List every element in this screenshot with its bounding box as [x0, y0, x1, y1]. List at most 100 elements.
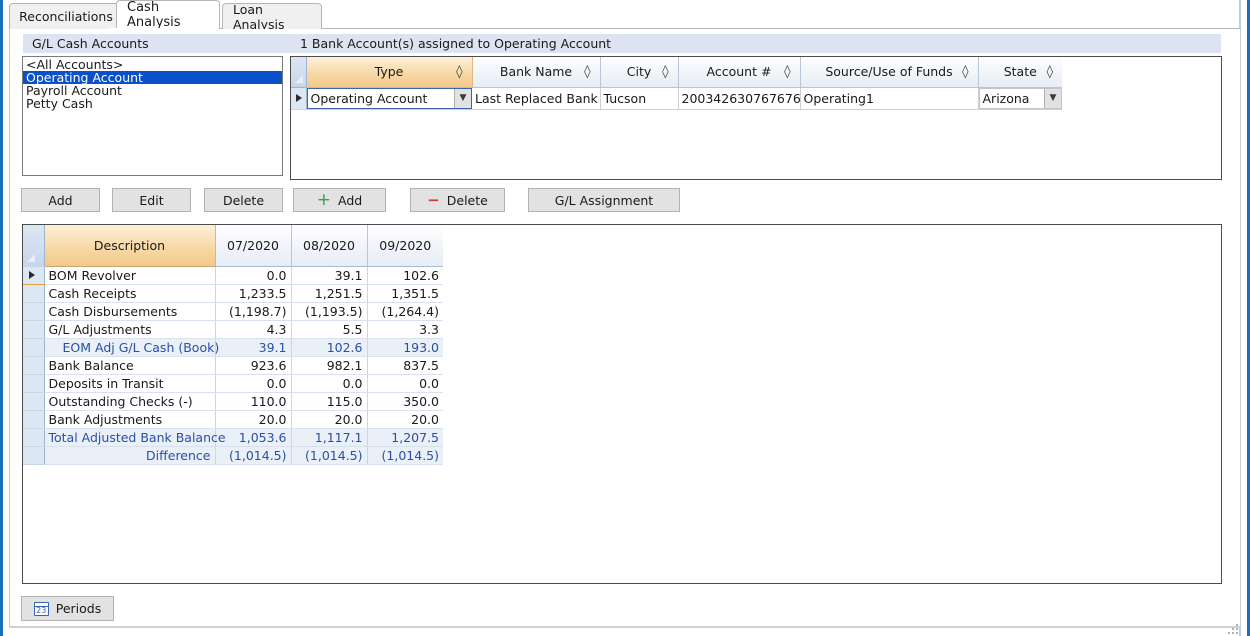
type-combobox[interactable]: Operating Account ▼	[307, 88, 473, 109]
delete-bank-account-button[interactable]: − Delete	[410, 188, 505, 212]
column-header-source-use-of-funds[interactable]: Source/Use of Funds ◊	[800, 57, 978, 87]
list-item-petty-cash[interactable]: Petty Cash	[23, 97, 282, 110]
cell-value-07-2020[interactable]: 1,233.5	[215, 284, 291, 302]
cell-value-07-2020[interactable]: 39.1	[215, 338, 291, 356]
cell-value-09-2020[interactable]: 3.3	[367, 320, 443, 338]
cell-type[interactable]: Operating Account ▼	[306, 87, 472, 109]
cell-value-09-2020[interactable]: 350.0	[367, 392, 443, 410]
column-header-account-number-label: Account #	[679, 64, 800, 79]
add-bank-account-button[interactable]: + Add	[293, 188, 386, 212]
cell-value-08-2020[interactable]: 5.5	[291, 320, 367, 338]
cell-description[interactable]: BOM Revolver	[44, 266, 215, 284]
diamond-sort-icon[interactable]: ◊	[662, 64, 668, 79]
cell-state[interactable]: Arizona ▼	[978, 87, 1062, 109]
cash-column-header-description[interactable]: Description	[44, 225, 215, 266]
cell-value-08-2020[interactable]: 102.6	[291, 338, 367, 356]
periods-button[interactable]: 23 Periods	[21, 596, 114, 621]
cell-value-09-2020[interactable]: 102.6	[367, 266, 443, 284]
cell-value-08-2020[interactable]: 982.1	[291, 356, 367, 374]
add-gl-account-button[interactable]: Add	[21, 188, 100, 212]
table-row[interactable]: Deposits in Transit 0.0 0.0 0.0	[23, 374, 443, 392]
cell-value-09-2020[interactable]: (1,014.5)	[367, 446, 443, 464]
cell-description[interactable]: Cash Receipts	[44, 284, 215, 302]
table-row[interactable]: Cash Receipts 1,233.5 1,251.5 1,351.5	[23, 284, 443, 302]
table-row[interactable]: Operating Account ▼ Last Replaced Bank T…	[291, 87, 1062, 109]
cell-value-08-2020[interactable]: 0.0	[291, 374, 367, 392]
cell-description[interactable]: Bank Adjustments	[44, 410, 215, 428]
cell-value-08-2020[interactable]: 20.0	[291, 410, 367, 428]
cell-account-number[interactable]: 20034263076767608	[678, 87, 800, 109]
cell-value-07-2020[interactable]: 4.3	[215, 320, 291, 338]
cash-column-header-08-2020[interactable]: 08/2020	[291, 225, 367, 266]
cell-bank-name[interactable]: Last Replaced Bank	[472, 87, 600, 109]
cell-value-08-2020[interactable]: 39.1	[291, 266, 367, 284]
row-marker	[23, 392, 44, 410]
cell-value-09-2020[interactable]: 1,207.5	[367, 428, 443, 446]
cell-description[interactable]: EOM Adj G/L Cash (Book)	[44, 338, 215, 356]
table-row[interactable]: Outstanding Checks (-) 110.0 115.0 350.0	[23, 392, 443, 410]
table-row[interactable]: Difference (1,014.5) (1,014.5) (1,014.5)	[23, 446, 443, 464]
table-row[interactable]: G/L Adjustments 4.3 5.5 3.3	[23, 320, 443, 338]
chevron-down-icon[interactable]: ▼	[1044, 89, 1061, 108]
table-row[interactable]: Bank Adjustments 20.0 20.0 20.0	[23, 410, 443, 428]
cell-value-08-2020[interactable]: (1,014.5)	[291, 446, 367, 464]
table-row[interactable]: Cash Disbursements (1,198.7) (1,193.5) (…	[23, 302, 443, 320]
cash-column-header-09-2020[interactable]: 09/2020	[367, 225, 443, 266]
diamond-sort-icon[interactable]: ◊	[962, 64, 968, 79]
table-row[interactable]: BOM Revolver 0.0 39.1 102.6	[23, 266, 443, 284]
diamond-sort-icon[interactable]: ◊	[1047, 64, 1053, 79]
type-combobox-value: Operating Account	[308, 91, 455, 106]
table-row[interactable]: Total Adjusted Bank Balance 1,053.6 1,11…	[23, 428, 443, 446]
cell-description[interactable]: Difference	[44, 446, 215, 464]
cell-value-08-2020[interactable]: 1,251.5	[291, 284, 367, 302]
cell-source-use-of-funds[interactable]: Operating1	[800, 87, 978, 109]
cash-column-header-07-2020[interactable]: 07/2020	[215, 225, 291, 266]
gl-assignment-button[interactable]: G/L Assignment	[528, 188, 680, 212]
grid-corner-header[interactable]	[291, 57, 306, 87]
table-row[interactable]: Bank Balance 923.6 982.1 837.5	[23, 356, 443, 374]
cell-value-07-2020[interactable]: 0.0	[215, 266, 291, 284]
cell-value-07-2020[interactable]: 923.6	[215, 356, 291, 374]
cell-description[interactable]: Cash Disbursements	[44, 302, 215, 320]
cell-value-08-2020[interactable]: (1,193.5)	[291, 302, 367, 320]
table-row[interactable]: EOM Adj G/L Cash (Book) 39.1 102.6 193.0	[23, 338, 443, 356]
cell-value-07-2020[interactable]: 0.0	[215, 374, 291, 392]
cell-value-09-2020[interactable]: 20.0	[367, 410, 443, 428]
cell-description[interactable]: Outstanding Checks (-)	[44, 392, 215, 410]
column-header-account-number[interactable]: Account # ◊	[678, 57, 800, 87]
cash-grid-corner-header[interactable]	[23, 225, 44, 266]
cell-value-08-2020[interactable]: 115.0	[291, 392, 367, 410]
cell-value-09-2020[interactable]: 837.5	[367, 356, 443, 374]
diamond-sort-icon[interactable]: ◊	[584, 64, 590, 79]
tab-cash-analysis[interactable]: Cash Analysis	[116, 0, 220, 29]
tab-loan-analysis[interactable]: Loan Analysis	[222, 3, 322, 29]
tab-reconciliations[interactable]: Reconciliations	[9, 3, 123, 29]
state-combobox[interactable]: Arizona ▼	[979, 88, 1063, 109]
cell-value-07-2020[interactable]: (1,198.7)	[215, 302, 291, 320]
column-header-type[interactable]: Type ◊	[306, 57, 472, 87]
cell-value-07-2020[interactable]: (1,014.5)	[215, 446, 291, 464]
cell-value-09-2020[interactable]: (1,264.4)	[367, 302, 443, 320]
chevron-down-icon[interactable]: ▼	[454, 89, 471, 108]
column-header-state[interactable]: State ◊	[978, 57, 1062, 87]
cell-description[interactable]: Deposits in Transit	[44, 374, 215, 392]
diamond-sort-icon[interactable]: ◊	[456, 64, 462, 79]
edit-gl-account-button[interactable]: Edit	[112, 188, 191, 212]
cell-description[interactable]: Total Adjusted Bank Balance	[44, 428, 215, 446]
resize-grip[interactable]	[1228, 624, 1240, 634]
cell-value-07-2020[interactable]: 1,053.6	[215, 428, 291, 446]
column-header-bank-name[interactable]: Bank Name ◊	[472, 57, 600, 87]
column-header-city[interactable]: City ◊	[600, 57, 678, 87]
cell-description[interactable]: Bank Balance	[44, 356, 215, 374]
cell-value-09-2020[interactable]: 1,351.5	[367, 284, 443, 302]
cell-value-08-2020[interactable]: 1,117.1	[291, 428, 367, 446]
cell-description[interactable]: G/L Adjustments	[44, 320, 215, 338]
delete-gl-account-button[interactable]: Delete	[204, 188, 283, 212]
cell-city[interactable]: Tucson	[600, 87, 678, 109]
gl-cash-accounts-list[interactable]: <All Accounts> Operating Account Payroll…	[22, 56, 283, 176]
cell-value-07-2020[interactable]: 110.0	[215, 392, 291, 410]
cell-value-09-2020[interactable]: 0.0	[367, 374, 443, 392]
cell-value-09-2020[interactable]: 193.0	[367, 338, 443, 356]
diamond-sort-icon[interactable]: ◊	[784, 64, 790, 79]
cell-value-07-2020[interactable]: 20.0	[215, 410, 291, 428]
